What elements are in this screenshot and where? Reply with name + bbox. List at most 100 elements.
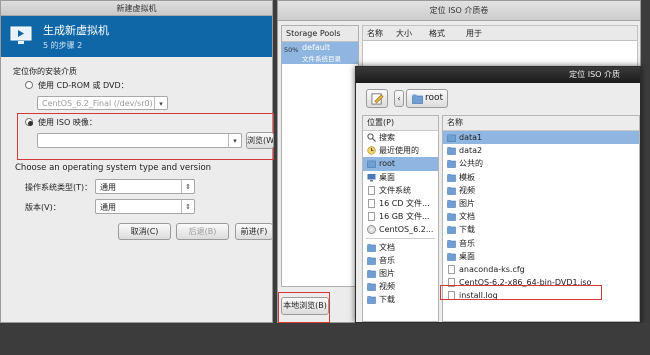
- file-row[interactable]: 桌面: [443, 250, 639, 263]
- chevron-down-icon: ⇕: [181, 180, 194, 193]
- new-vm-window: 新建虚拟机 生成新虚拟机 5 的步骤 2 定位你的安装介质 使用 CD-ROM …: [0, 0, 274, 323]
- wizard-step: 5 的步骤 2: [43, 41, 83, 50]
- chevron-down-icon: ▾: [154, 97, 167, 109]
- chevron-down-icon: ▾: [228, 134, 241, 147]
- disc-icon: [367, 225, 376, 235]
- cdrom-radio[interactable]: [25, 81, 33, 89]
- forward-button[interactable]: 前进(F): [235, 223, 273, 240]
- folder-icon: [447, 252, 456, 261]
- home-folder-icon: [367, 159, 376, 169]
- place-item[interactable]: 文档: [363, 241, 438, 254]
- place-label: 音乐: [379, 255, 395, 265]
- home-folder-icon: [412, 94, 423, 104]
- file-name: data1: [459, 133, 483, 142]
- os-type-label: 操作系统类型(T)：: [25, 183, 93, 192]
- iso-option-label: 使用 ISO 映像：: [38, 118, 97, 127]
- place-label: 16 CD 文件...: [379, 199, 430, 208]
- place-label: 桌面: [379, 172, 395, 182]
- file-row[interactable]: 下载: [443, 223, 639, 236]
- place-item[interactable]: CentOS_6.2...: [363, 223, 438, 236]
- folder-icon: [447, 212, 456, 221]
- window-title: 新建虚拟机: [1, 1, 272, 16]
- storage-pools-header: Storage Pools: [282, 26, 358, 42]
- drive-icon: [367, 199, 376, 208]
- place-item[interactable]: 16 GB 文件...: [363, 210, 438, 223]
- file-row[interactable]: 模板: [443, 171, 639, 184]
- file-icon: [447, 265, 456, 274]
- folder-icon: [367, 282, 376, 291]
- install-media-label: 定位你的安装介质: [13, 67, 77, 76]
- file-row[interactable]: 公共的: [443, 157, 639, 170]
- desktop-background: [0, 323, 650, 355]
- pool-name: default: [302, 43, 331, 52]
- chevron-left-icon: ‹: [397, 94, 401, 103]
- cdrom-select[interactable]: CentOS_6.2_Final (/dev/sr0) ▾: [37, 96, 168, 110]
- browse-button[interactable]: 浏览(W)...: [246, 132, 274, 149]
- column-name[interactable]: 名称: [367, 28, 383, 39]
- place-item[interactable]: 图片: [363, 267, 438, 280]
- folder-icon: [367, 243, 376, 252]
- column-size[interactable]: 大小: [396, 28, 412, 39]
- search-icon: [367, 133, 376, 142]
- place-item[interactable]: 文件系统: [363, 184, 438, 197]
- iso-path-input[interactable]: ▾: [37, 133, 242, 148]
- path-root-button[interactable]: root: [406, 89, 448, 108]
- pool-row-default[interactable]: 50% default 文件系统目录: [282, 42, 358, 64]
- folder-icon: [447, 239, 456, 248]
- os-type-select[interactable]: 通用 ⇕: [95, 179, 195, 194]
- desktop-icon: [367, 173, 376, 182]
- places-sidebar: 位置(P) 搜索 最近使用的 root 桌面 文件系统 16 CD 文件... 16 GB …: [362, 115, 439, 322]
- place-item[interactable]: 最近使用的: [363, 144, 438, 157]
- file-name: 模板: [459, 172, 475, 182]
- file-name: data2: [459, 146, 483, 156]
- file-name: 视频: [459, 185, 475, 195]
- path-root-label: root: [425, 93, 444, 103]
- iso-radio[interactable]: [25, 118, 33, 126]
- file-name: 音乐: [459, 238, 475, 248]
- file-row[interactable]: data1: [443, 131, 639, 145]
- version-value: 通用: [100, 203, 116, 212]
- recent-icon: [367, 146, 376, 155]
- cdrom-select-value: CentOS_6.2_Final (/dev/sr0): [42, 99, 153, 108]
- place-item[interactable]: 视频: [363, 280, 438, 293]
- file-row[interactable]: 文档: [443, 210, 639, 223]
- folder-icon: [367, 256, 376, 265]
- file-row[interactable]: data2: [443, 144, 639, 157]
- folder-icon: [447, 186, 456, 195]
- monitor-icon: [10, 26, 32, 44]
- place-item[interactable]: 搜索: [363, 131, 438, 144]
- place-item[interactable]: 桌面: [363, 171, 438, 184]
- place-label: 16 GB 文件...: [379, 212, 430, 222]
- iso-file-highlight-box: [440, 285, 602, 300]
- place-label: CentOS_6.2...: [379, 225, 434, 235]
- file-row[interactable]: 音乐: [443, 237, 639, 250]
- column-used-by[interactable]: 用于: [466, 28, 482, 39]
- place-label: 图片: [379, 269, 395, 278]
- name-column-header[interactable]: 名称: [443, 116, 639, 131]
- place-item[interactable]: root: [363, 157, 438, 171]
- version-select[interactable]: 通用 ⇕: [95, 199, 195, 214]
- path-back-button[interactable]: ‹: [394, 90, 404, 107]
- browse-local-button[interactable]: 本地浏览(B): [281, 297, 329, 315]
- folder-icon: [447, 159, 456, 169]
- file-row[interactable]: 视频: [443, 184, 639, 197]
- drive-icon: [367, 212, 376, 222]
- place-item[interactable]: 音乐: [363, 254, 438, 267]
- place-label: 搜索: [379, 133, 395, 142]
- place-item[interactable]: 16 CD 文件...: [363, 197, 438, 210]
- file-row[interactable]: 图片: [443, 197, 639, 210]
- column-format[interactable]: 格式: [429, 28, 445, 39]
- window-title: 定位 ISO 介质: [356, 67, 640, 83]
- file-name: 公共的: [459, 159, 483, 169]
- folder-icon: [447, 225, 456, 235]
- os-section-title: Choose an operating system type and vers…: [15, 163, 212, 173]
- file-row[interactable]: anaconda-ks.cfg: [443, 263, 639, 276]
- folder-icon: [367, 269, 376, 278]
- wizard-heading: 生成新虚拟机: [43, 24, 109, 37]
- edit-location-button[interactable]: [366, 89, 388, 108]
- place-item[interactable]: 下载: [363, 293, 438, 306]
- back-button[interactable]: 后退(B): [176, 223, 229, 240]
- cancel-button[interactable]: 取消(C): [118, 223, 171, 240]
- wizard-header: 生成新虚拟机 5 的步骤 2: [1, 16, 272, 57]
- place-label: root: [379, 159, 396, 169]
